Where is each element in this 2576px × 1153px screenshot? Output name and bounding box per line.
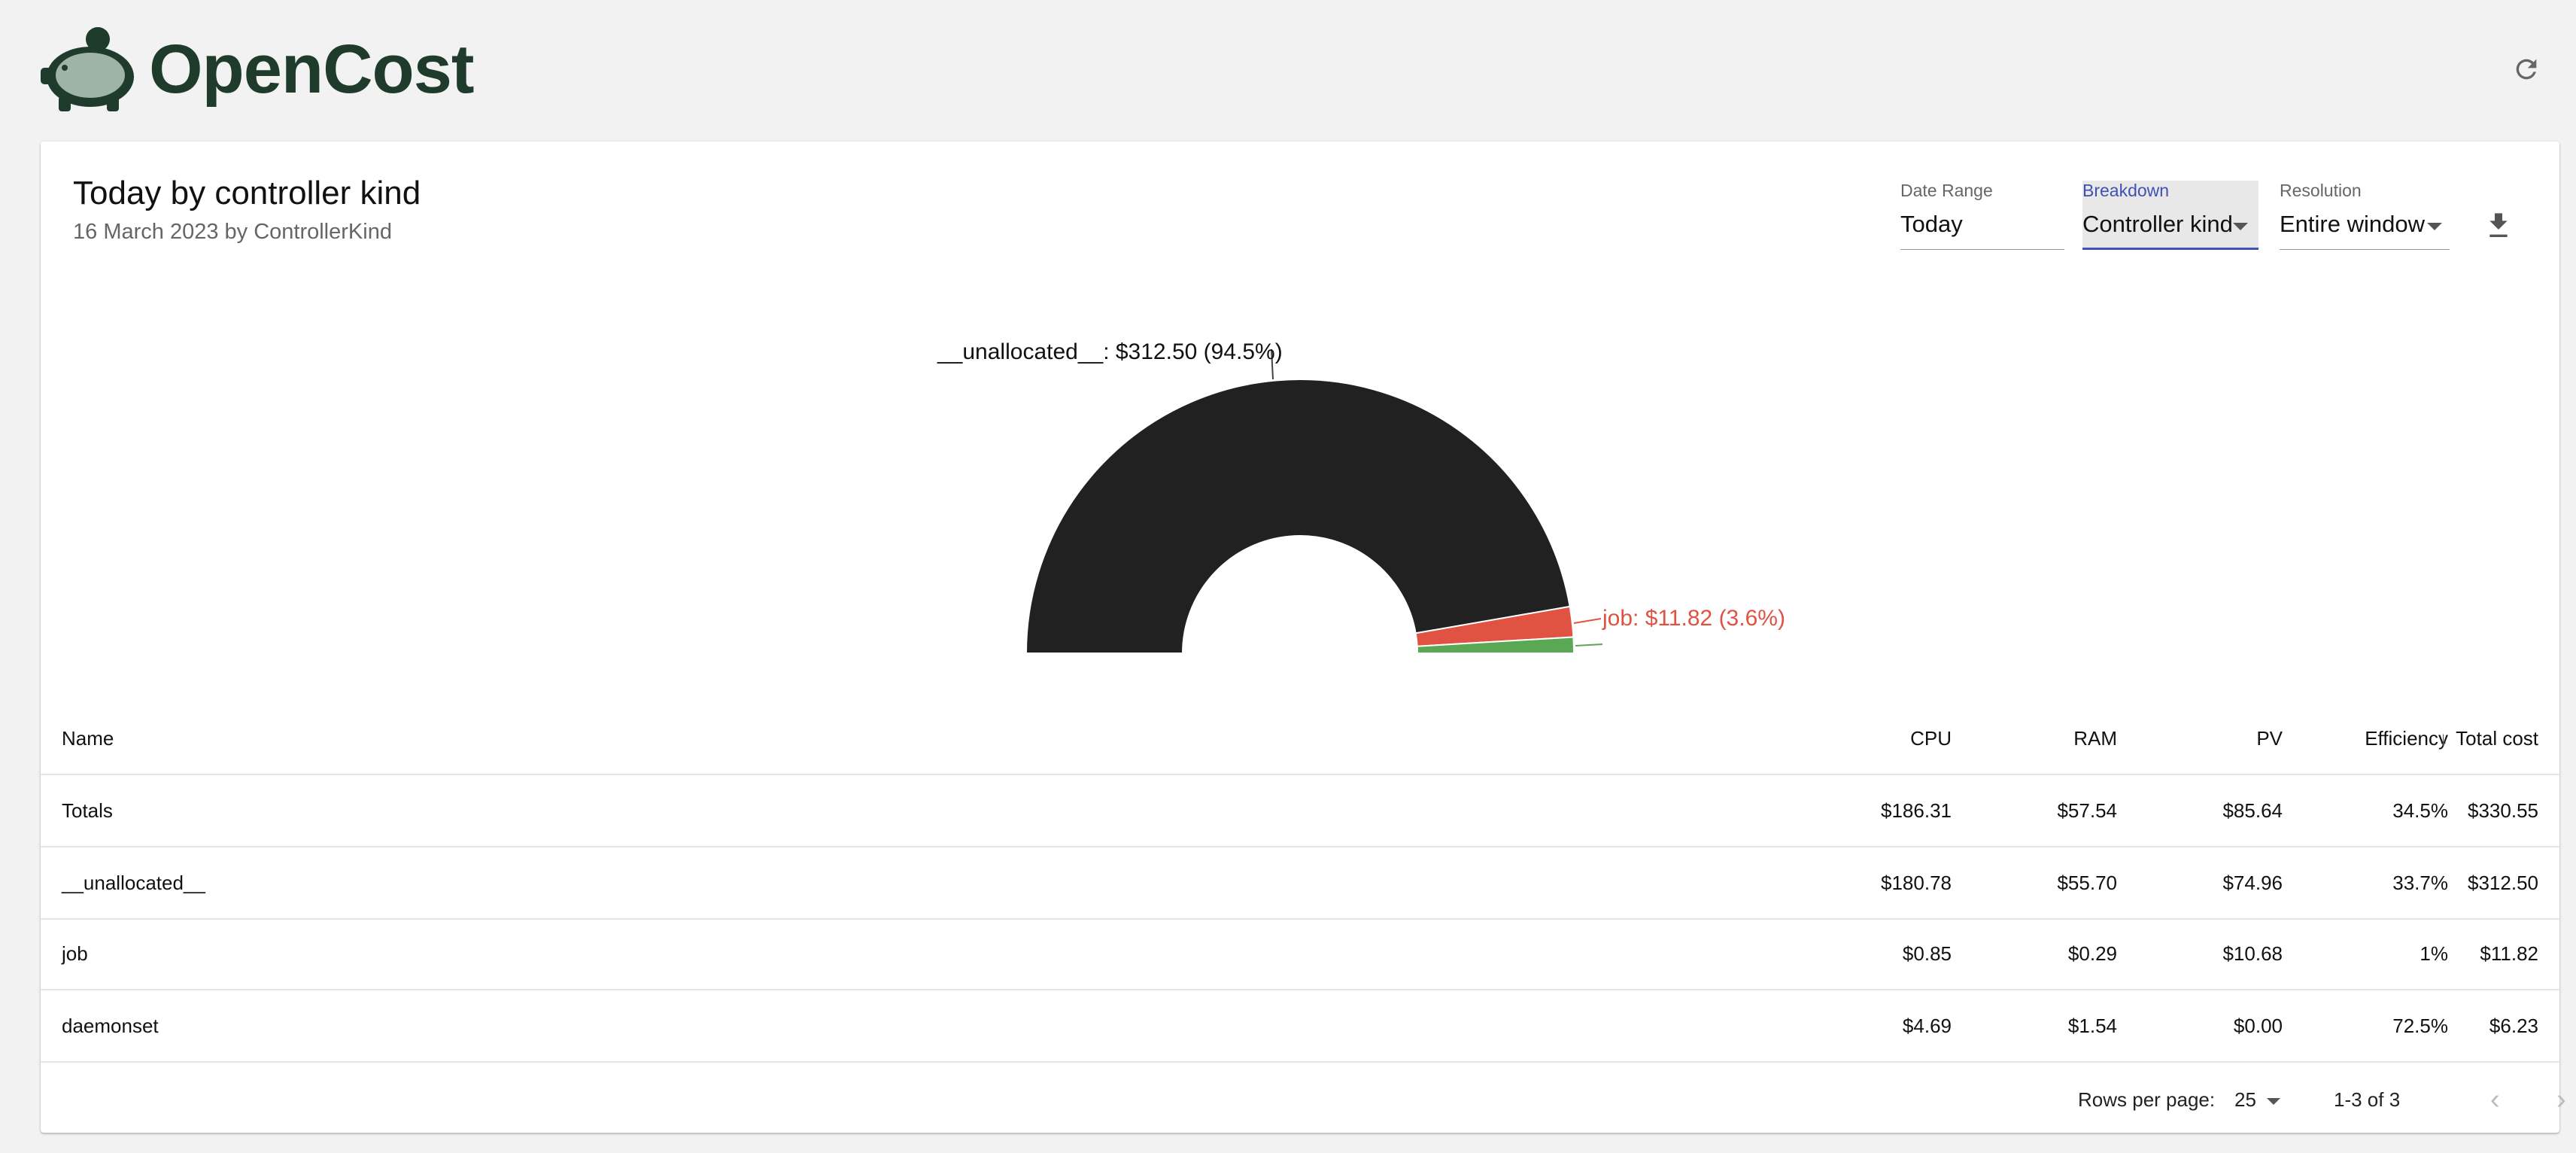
rows-per-page-value: 25 — [2234, 1088, 2256, 1111]
table-row[interactable]: __unallocated__ $180.78 $55.70 $74.96 33… — [41, 847, 2559, 920]
row-total: $330.55 — [2468, 799, 2538, 822]
report-card: Today by controller kind 16 March 2023 b… — [41, 141, 2566, 1133]
pagination-range: 1-3 of 3 — [2334, 1088, 2401, 1111]
slice-unallocated[interactable] — [1025, 378, 1571, 654]
table-pagination: Rows per page: 25 1-3 of 3 ‹ › — [41, 1063, 2566, 1133]
column-header-name[interactable]: Name — [62, 703, 114, 774]
arrow-down-icon: ↓ — [2438, 727, 2449, 750]
logo-text: OpenCost — [149, 31, 475, 108]
column-header-total-cost[interactable]: ↓ Total cost — [2358, 703, 2538, 774]
row-name: job — [62, 942, 88, 965]
row-name: daemonset — [62, 1015, 159, 1037]
cost-half-donut-chart — [1025, 348, 1603, 654]
rows-per-page-label: Rows per page: — [2078, 1088, 2216, 1111]
row-total: $11.82 — [2480, 942, 2538, 965]
slice-label-unallocated: __unallocated__: $312.50 (94.5%) — [937, 339, 1283, 364]
table-header: Name CPU RAM PV Efficiency ↓ Total cost — [41, 703, 2559, 775]
chevron-down-icon — [2266, 1097, 2280, 1105]
row-name: Totals — [62, 799, 113, 822]
row-total: $312.50 — [2468, 872, 2538, 894]
total-cost-label: Total cost — [2456, 727, 2538, 750]
table-row: Totals $186.31 $57.54 $85.64 34.5% $330.… — [41, 775, 2559, 847]
row-name: __unallocated__ — [62, 872, 205, 894]
opencost-logo: OpenCost — [38, 24, 475, 114]
row-total: $6.23 — [2489, 1015, 2538, 1037]
slice-label-job: job: $11.82 (3.6%) — [1602, 606, 1785, 631]
piggy-bank-icon — [41, 27, 134, 111]
chevron-right-icon[interactable]: › — [2556, 1084, 2566, 1116]
chevron-left-icon[interactable]: ‹ — [2490, 1084, 2500, 1116]
table-row[interactable]: daemonset $4.69 $1.54 $0.00 72.5% $6.23 — [41, 990, 2559, 1063]
refresh-icon[interactable] — [2511, 54, 2541, 84]
table-row[interactable]: job $0.85 $0.29 $10.68 1% $11.82 — [41, 918, 2559, 990]
rows-per-page-select[interactable]: 25 — [2234, 1088, 2280, 1112]
